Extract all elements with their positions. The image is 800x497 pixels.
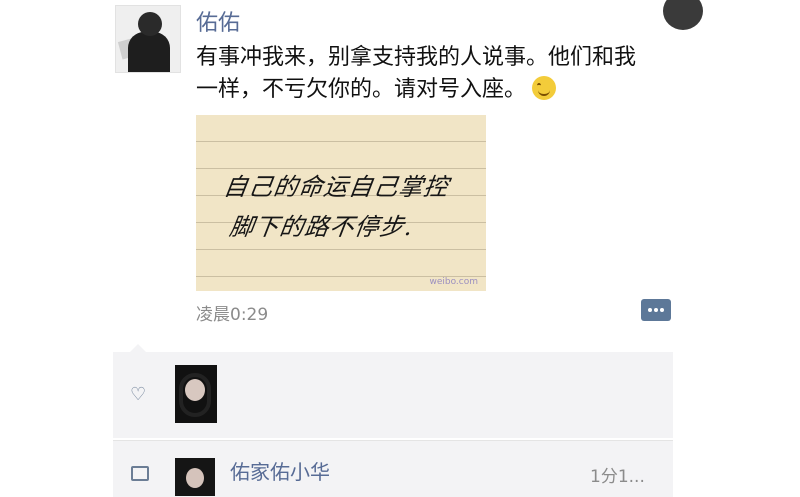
commenter-name[interactable]: 佑家佑小华 — [230, 456, 330, 485]
author-avatar[interactable] — [115, 5, 181, 73]
commenter-avatar[interactable] — [175, 458, 215, 496]
post-text-body: 有事冲我来，别拿支持我的人说事。他们和我一样，不亏欠你的。请对号入座。 — [196, 45, 637, 102]
heart-icon: ♡ — [130, 384, 147, 405]
likes-pointer — [130, 344, 146, 352]
post-text: 有事冲我来，别拿支持我的人说事。他们和我一样，不亏欠你的。请对号入座。 — [196, 42, 636, 106]
image-watermark: weibo.com — [429, 277, 478, 287]
handwriting-line-2: 脚下的路不停步. — [227, 213, 416, 241]
smile-emoji-icon — [532, 76, 557, 100]
author-name[interactable]: 佑佑 — [196, 5, 240, 37]
liker-avatar[interactable] — [175, 365, 217, 423]
handwriting-line-1: 自己的命运自己掌控 — [221, 173, 451, 201]
comment-more-button[interactable] — [641, 299, 671, 321]
comment-icon — [131, 466, 149, 481]
post-time: 凌晨0:29 — [196, 305, 269, 325]
post-image[interactable]: 自己的命运自己掌控 脚下的路不停步. weibo.com — [196, 115, 486, 291]
comment-time: 1分1... — [590, 467, 645, 487]
